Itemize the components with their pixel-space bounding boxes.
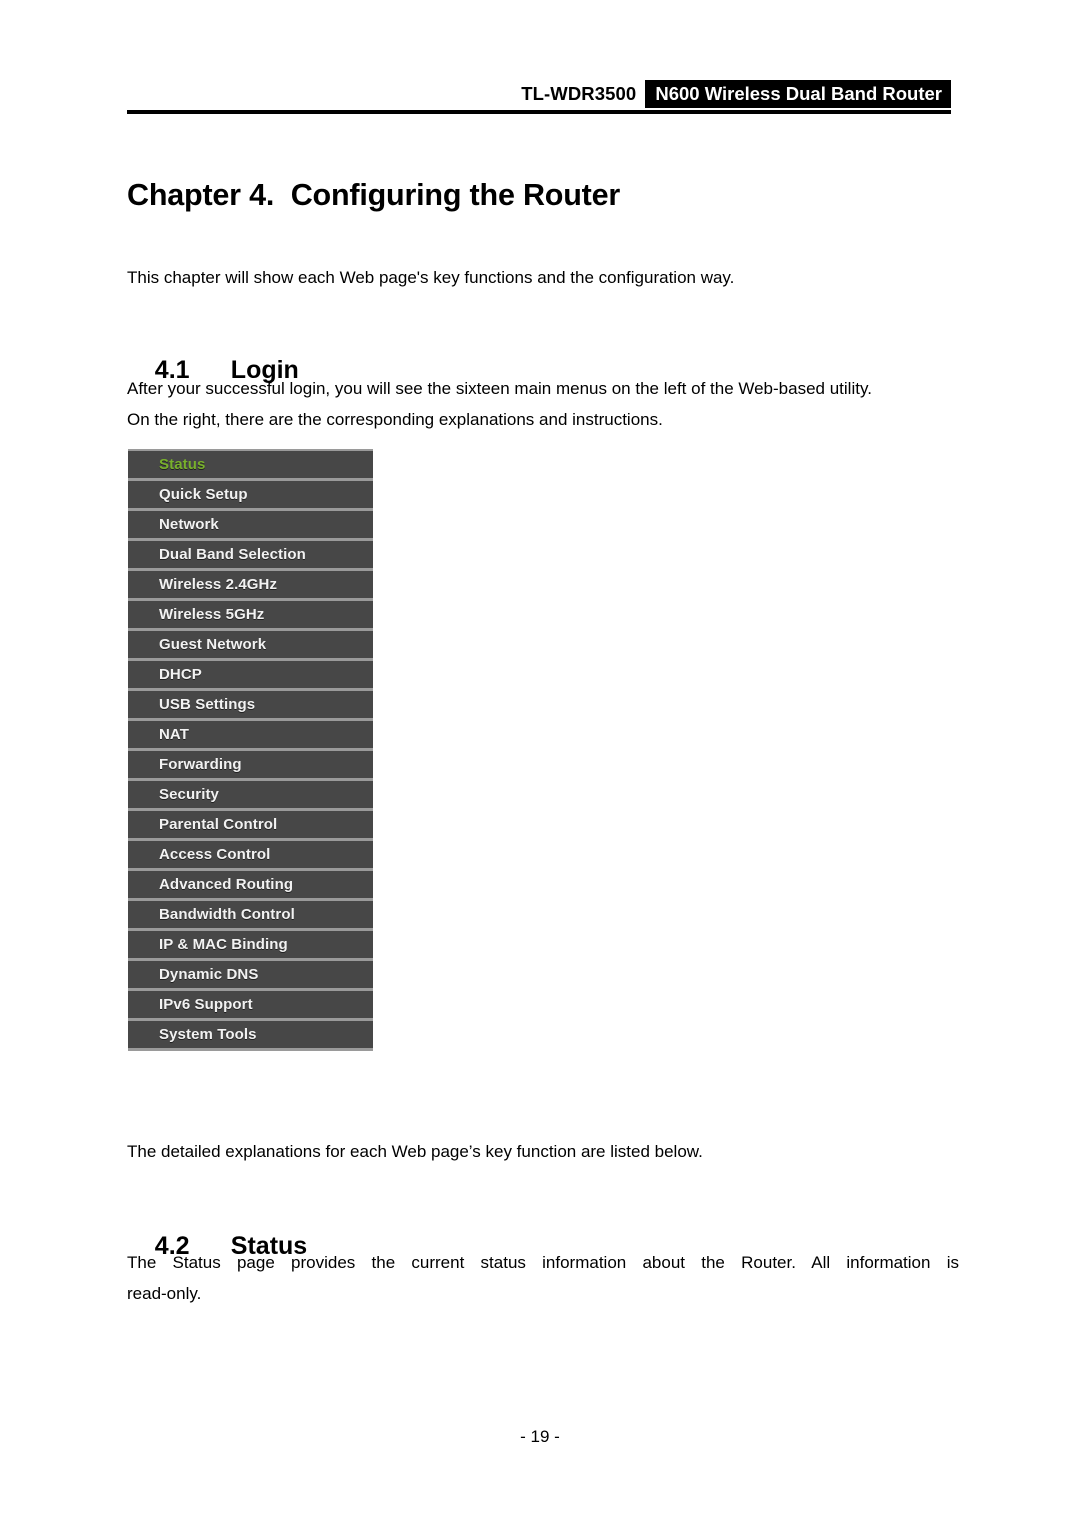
menu-item-wireless-5ghz[interactable]: Wireless 5GHz: [128, 601, 373, 628]
menu-item-label: Status: [159, 456, 206, 473]
menu-item-nat[interactable]: NAT: [128, 721, 373, 748]
menu-item-dual-band-selection[interactable]: Dual Band Selection: [128, 541, 373, 568]
page-number-footer: - 19 -: [520, 1427, 560, 1446]
menu-item-security[interactable]: Security: [128, 781, 373, 808]
menu-item-bandwidth-control[interactable]: Bandwidth Control: [128, 901, 373, 928]
running-header: TL-WDR3500 N600 Wireless Dual Band Route…: [127, 80, 951, 110]
menu-item-guest-network[interactable]: Guest Network: [128, 631, 373, 658]
menu-item-label: System Tools: [159, 1026, 257, 1043]
header-model-name: TL-WDR3500: [521, 83, 637, 104]
document-page: TL-WDR3500 N600 Wireless Dual Band Route…: [0, 0, 1080, 1527]
menu-item-label: Security: [159, 786, 219, 803]
menu-item-parental-control[interactable]: Parental Control: [128, 811, 373, 838]
menu-item-label: Dual Band Selection: [159, 546, 306, 563]
menu-item-usb-settings[interactable]: USB Settings: [128, 691, 373, 718]
header-product-badge: N600 Wireless Dual Band Router: [645, 80, 951, 108]
menu-item-label: Bandwidth Control: [159, 906, 295, 923]
menu-item-label: Guest Network: [159, 636, 267, 653]
menu-item-label: Wireless 2.4GHz: [159, 576, 278, 593]
menu-item-label: Access Control: [159, 846, 271, 863]
menu-item-advanced-routing[interactable]: Advanced Routing: [128, 871, 373, 898]
menu-item-system-tools[interactable]: System Tools: [128, 1021, 373, 1048]
menu-item-label: Parental Control: [159, 816, 278, 833]
chapter-intro-paragraph: This chapter will show each Web page's k…: [127, 268, 735, 287]
menu-item-label: NAT: [159, 726, 190, 743]
header-divider-rule: [127, 110, 951, 114]
menu-item-label: Advanced Routing: [159, 876, 294, 893]
menu-item-label: Quick Setup: [159, 486, 248, 503]
menu-item-label: IPv6 Support: [159, 996, 253, 1013]
menu-item-label: Wireless 5GHz: [159, 606, 265, 623]
menu-item-quick-setup[interactable]: Quick Setup: [128, 481, 373, 508]
menu-item-access-control[interactable]: Access Control: [128, 841, 373, 868]
menu-item-forwarding[interactable]: Forwarding: [128, 751, 373, 778]
menu-item-label: IP & MAC Binding: [159, 936, 288, 953]
after-figure-paragraph: The detailed explanations for each Web p…: [127, 1142, 703, 1161]
menu-item-dhcp[interactable]: DHCP: [128, 661, 373, 688]
status-body-paragraph: The Status page provides the current sta…: [127, 1247, 959, 1309]
page-title: Chapter 4. Configuring the Router: [127, 178, 621, 213]
menu-item-status[interactable]: Status: [128, 451, 373, 478]
menu-item-label: Dynamic DNS: [159, 966, 259, 983]
menu-item-ipv6-support[interactable]: IPv6 Support: [128, 991, 373, 1018]
status-body-line-2: read-only.: [127, 1284, 202, 1303]
status-body-line-1: The Status page provides the current sta…: [127, 1253, 959, 1272]
menu-item-wireless-24ghz[interactable]: Wireless 2.4GHz: [128, 571, 373, 598]
menu-item-label: DHCP: [159, 666, 202, 683]
router-main-menu-figure: Status Quick Setup Network Dual Band Sel…: [128, 449, 373, 1051]
login-body-line-2: On the right, there are the correspondin…: [127, 410, 663, 429]
menu-item-label: USB Settings: [159, 696, 256, 713]
login-body-paragraph: After your successful login, you will se…: [127, 373, 965, 435]
menu-item-label: Network: [159, 516, 219, 533]
menu-item-ip-mac-binding[interactable]: IP & MAC Binding: [128, 931, 373, 958]
login-body-line-1: After your successful login, you will se…: [127, 379, 872, 398]
menu-item-dynamic-dns[interactable]: Dynamic DNS: [128, 961, 373, 988]
menu-item-label: Forwarding: [159, 756, 242, 773]
menu-item-network[interactable]: Network: [128, 511, 373, 538]
